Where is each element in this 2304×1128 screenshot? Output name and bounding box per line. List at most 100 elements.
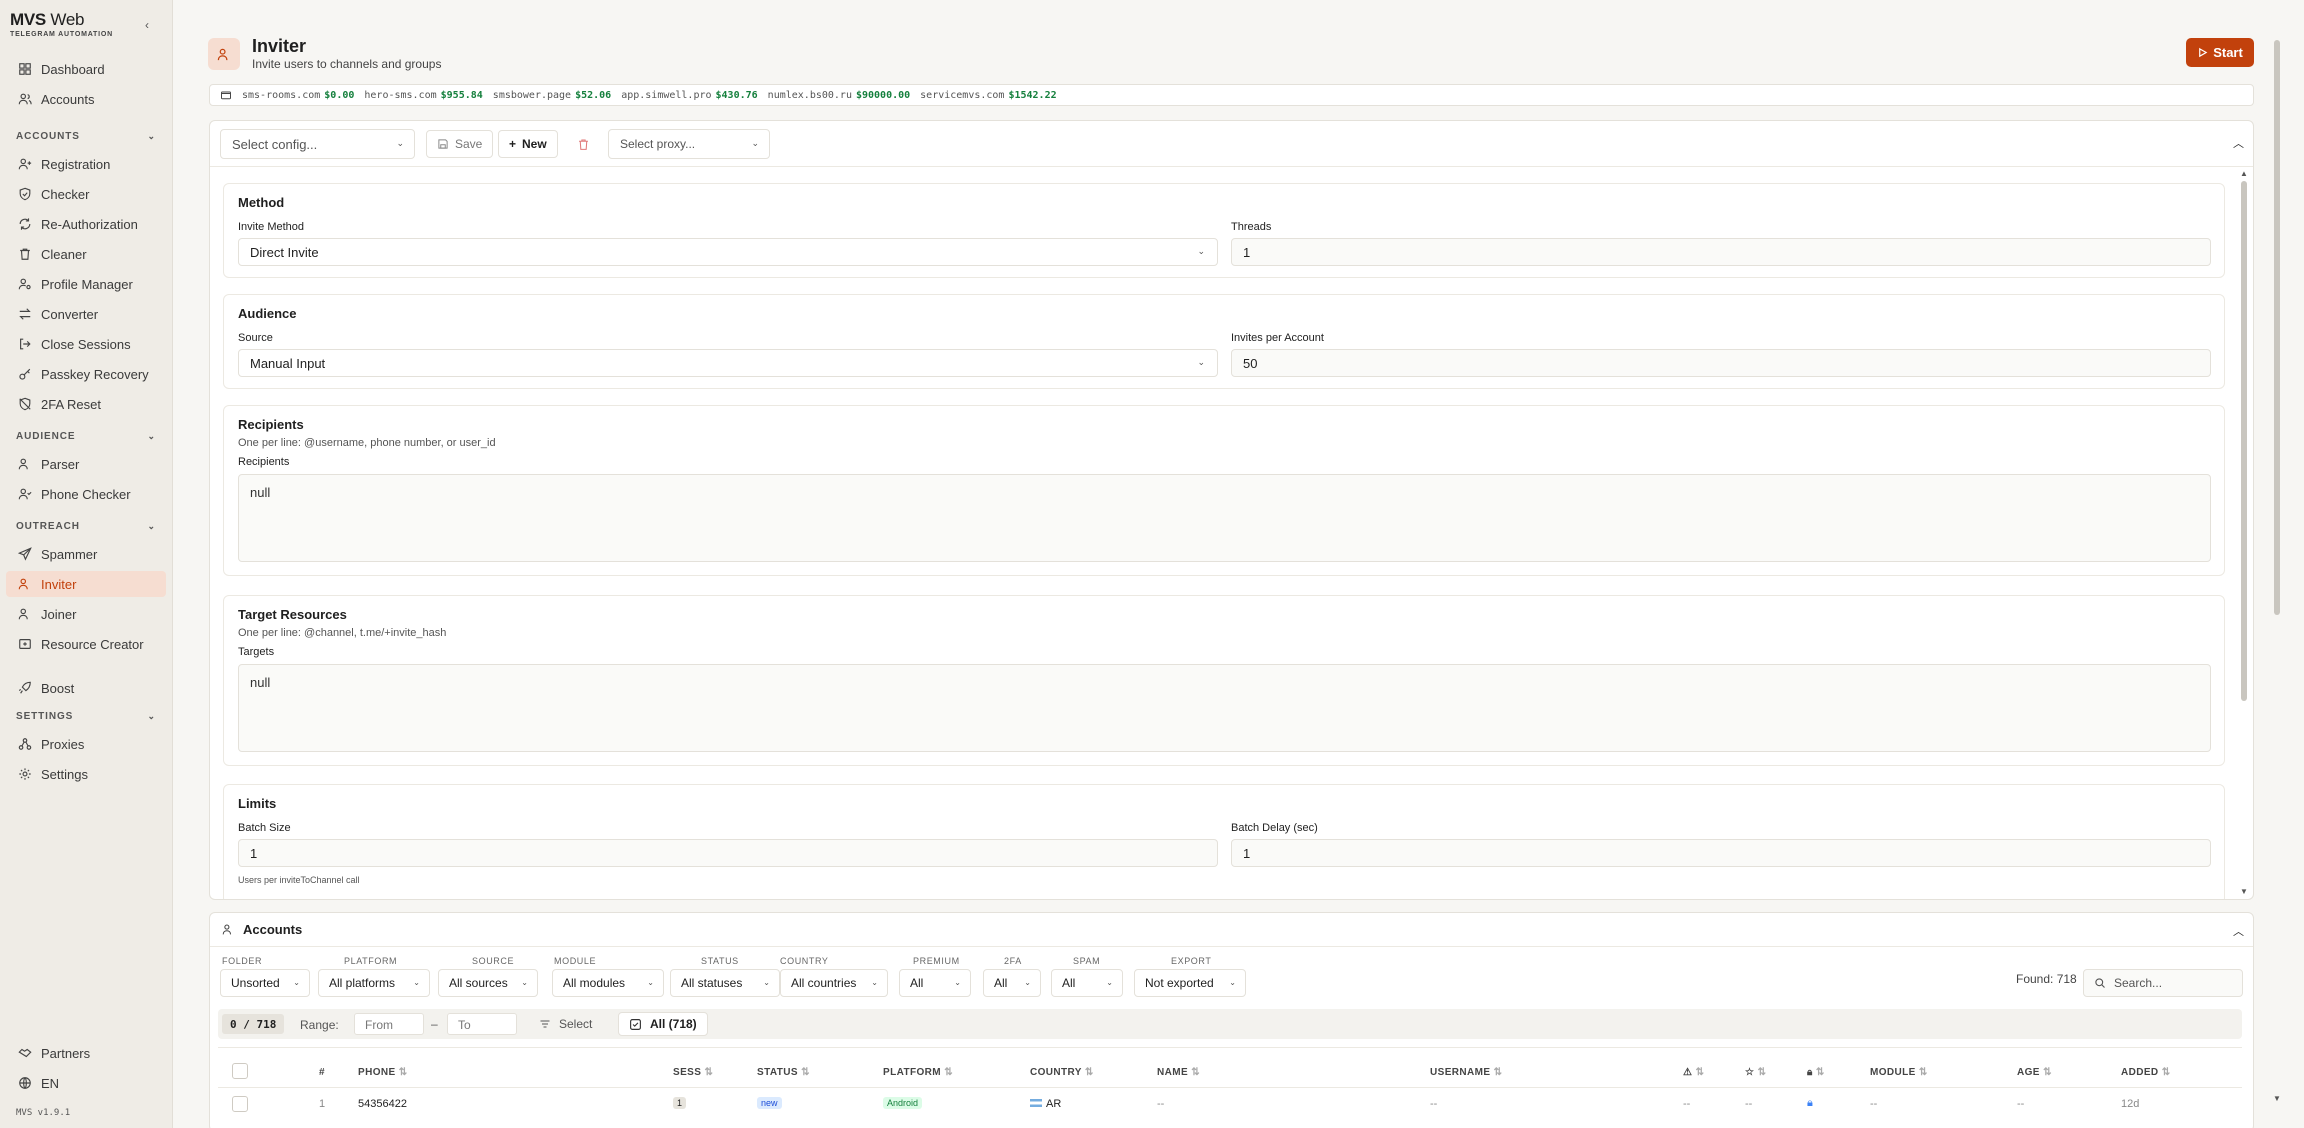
column-header-label: COUNTRY <box>1030 1067 1082 1078</box>
status-badge: new <box>757 1097 782 1109</box>
sidebar-item-accounts[interactable]: Accounts <box>6 86 166 112</box>
sidebar-item-joiner[interactable]: Joiner <box>6 601 166 627</box>
column-header-number[interactable]: # <box>319 1067 325 1078</box>
sidebar-item-profile-manager[interactable]: Profile Manager <box>6 271 166 297</box>
column-header-country[interactable]: COUNTRY ⇅ <box>1030 1067 1094 1078</box>
range-to-input[interactable]: To <box>447 1013 517 1035</box>
scroll-down-icon[interactable]: ▼ <box>2240 887 2248 896</box>
sidebar-item-cleaner[interactable]: Cleaner <box>6 241 166 267</box>
table-divider <box>218 1047 2242 1048</box>
column-header-module[interactable]: MODULE ⇅ <box>1870 1067 1928 1078</box>
section-header-outreach[interactable]: OUTREACH ⌄ <box>16 521 156 532</box>
save-button[interactable]: Save <box>426 130 494 158</box>
row-checkbox[interactable] <box>232 1096 248 1112</box>
account-search-input[interactable]: Search... <box>2083 969 2243 997</box>
accounts-header[interactable]: Accounts ︿ <box>210 913 2253 947</box>
premium-filter[interactable]: All ⌄ <box>899 969 971 997</box>
targets-textarea[interactable]: null <box>238 664 2211 752</box>
sidebar-item-label: Joiner <box>41 606 77 622</box>
select-range-button[interactable]: Select <box>531 1013 600 1035</box>
sidebar-item-parser[interactable]: Parser <box>6 451 166 477</box>
globe-icon <box>19 1077 31 1089</box>
select-all-checkbox[interactable] <box>232 1063 248 1079</box>
column-header-platform[interactable]: PLATFORM ⇅ <box>883 1067 953 1078</box>
sidebar-item-passkey-recovery[interactable]: Passkey Recovery <box>6 361 166 387</box>
balance-site: smsbower.page <box>492 89 572 101</box>
sidebar-item-proxies[interactable]: Proxies <box>6 731 166 757</box>
sidebar-item-converter[interactable]: Converter <box>6 301 166 327</box>
row-phone: 54356422 <box>358 1098 407 1110</box>
invite-method-select[interactable]: Direct Invite ⌄ <box>238 238 1218 266</box>
column-header-premium[interactable]: ☆ ⇅ <box>1745 1067 1766 1078</box>
config-scrollbar[interactable] <box>2241 181 2247 701</box>
platform-filter[interactable]: All platforms ⌄ <box>318 969 430 997</box>
new-config-button[interactable]: + New <box>498 130 558 158</box>
sidebar-item-label: Partners <box>41 1045 91 1061</box>
sidebar-item-re-authorization[interactable]: Re-Authorization <box>6 211 166 237</box>
select-all-button[interactable]: All (718) <box>618 1012 708 1036</box>
targets-label: Targets <box>238 646 275 658</box>
collapse-accounts-icon[interactable]: ︿ <box>2233 923 2244 939</box>
wallet-icon <box>221 91 231 100</box>
column-header-status[interactable]: STATUS ⇅ <box>757 1067 810 1078</box>
scroll-up-icon[interactable]: ▲ <box>2240 169 2248 178</box>
country-filter[interactable]: All countries ⌄ <box>780 969 888 997</box>
sidebar-item-phone-checker[interactable]: Phone Checker <box>6 481 166 507</box>
sidebar-item-inviter[interactable]: Inviter <box>6 571 166 597</box>
sidebar-item-registration[interactable]: Registration <box>6 151 166 177</box>
spam-filter[interactable]: All ⌄ <box>1051 969 1123 997</box>
page-scrollbar[interactable] <box>2274 40 2280 615</box>
sidebar-item-dashboard[interactable]: Dashboard <box>6 56 166 82</box>
column-header-phone[interactable]: PHONE ⇅ <box>358 1067 408 1078</box>
source-select[interactable]: Manual Input ⌄ <box>238 349 1218 377</box>
folder-filter[interactable]: Unsorted ⌄ <box>220 969 310 997</box>
sidebar-item-spammer[interactable]: Spammer <box>6 541 166 567</box>
page-scroll-down-icon[interactable]: ▼ <box>2273 1094 2281 1103</box>
sidebar-item-2fa-reset[interactable]: 2FA Reset <box>6 391 166 417</box>
column-header-added[interactable]: ADDED ⇅ <box>2121 1067 2171 1078</box>
batch-delay-input[interactable]: 1 <box>1231 839 2211 867</box>
source-filter[interactable]: All sources ⌄ <box>438 969 538 997</box>
filter-label-export: EXPORT <box>1171 956 1212 966</box>
module-filter[interactable]: All modules ⌄ <box>552 969 664 997</box>
filter-value: All modules <box>563 976 626 990</box>
column-header-sess[interactable]: SESS ⇅ <box>673 1067 713 1078</box>
collapse-panel-icon[interactable]: ︿ <box>2233 135 2244 151</box>
sidebar-item-label: Close Sessions <box>41 336 131 352</box>
collapse-sidebar-icon[interactable]: ‹ <box>145 18 149 32</box>
start-button[interactable]: Start <box>2186 38 2254 67</box>
column-header-name[interactable]: NAME ⇅ <box>1157 1067 1200 1078</box>
sidebar-item-close-sessions[interactable]: Close Sessions <box>6 331 166 357</box>
section-title: Target Resources <box>238 607 347 622</box>
range-from-input[interactable]: From <box>354 1013 424 1035</box>
proxy-select[interactable]: Select proxy... ⌄ <box>608 129 770 159</box>
sidebar-item-resource-creator[interactable]: Resource Creator <box>6 631 166 657</box>
threads-input[interactable]: 1 <box>1231 238 2211 266</box>
filter-icon <box>540 1020 550 1028</box>
brand-logo[interactable]: MVS Web TELEGRAM AUTOMATION <box>10 10 113 38</box>
config-select[interactable]: Select config... ⌄ <box>220 129 415 159</box>
column-header-age[interactable]: AGE ⇅ <box>2017 1067 2052 1078</box>
language-switcher[interactable]: EN <box>6 1070 166 1096</box>
column-header-spam[interactable]: ⚠ ⇅ <box>1683 1067 1704 1078</box>
column-header-2fa[interactable]: 🔒︎ ⇅ <box>1807 1067 1825 1078</box>
2fa-filter[interactable]: All ⌄ <box>983 969 1041 997</box>
sort-icon: ⇅ <box>944 1067 953 1078</box>
sidebar-item-label: Resource Creator <box>41 636 144 652</box>
sidebar-item-settings[interactable]: Settings <box>6 761 166 787</box>
recipients-textarea[interactable]: null <box>238 474 2211 562</box>
sidebar-item-partners[interactable]: Partners <box>6 1040 166 1066</box>
sidebar-item-boost[interactable]: Boost <box>6 675 166 701</box>
sidebar-item-checker[interactable]: Checker <box>6 181 166 207</box>
status-filter[interactable]: All statuses ⌄ <box>670 969 780 997</box>
section-header-audience[interactable]: AUDIENCE ⌄ <box>16 431 156 442</box>
delete-config-button[interactable] <box>567 130 600 158</box>
section-title: Method <box>238 195 285 210</box>
export-filter[interactable]: Not exported ⌄ <box>1134 969 1246 997</box>
column-header-username[interactable]: USERNAME ⇅ <box>1430 1067 1502 1078</box>
section-header-accounts[interactable]: ACCOUNTS ⌄ <box>16 131 156 142</box>
invites-per-account-input[interactable]: 50 <box>1231 349 2211 377</box>
batch-size-input[interactable]: 1 <box>238 839 1218 867</box>
section-header-settings[interactable]: SETTINGS ⌄ <box>16 711 156 722</box>
column-header-label: AGE <box>2017 1067 2040 1078</box>
